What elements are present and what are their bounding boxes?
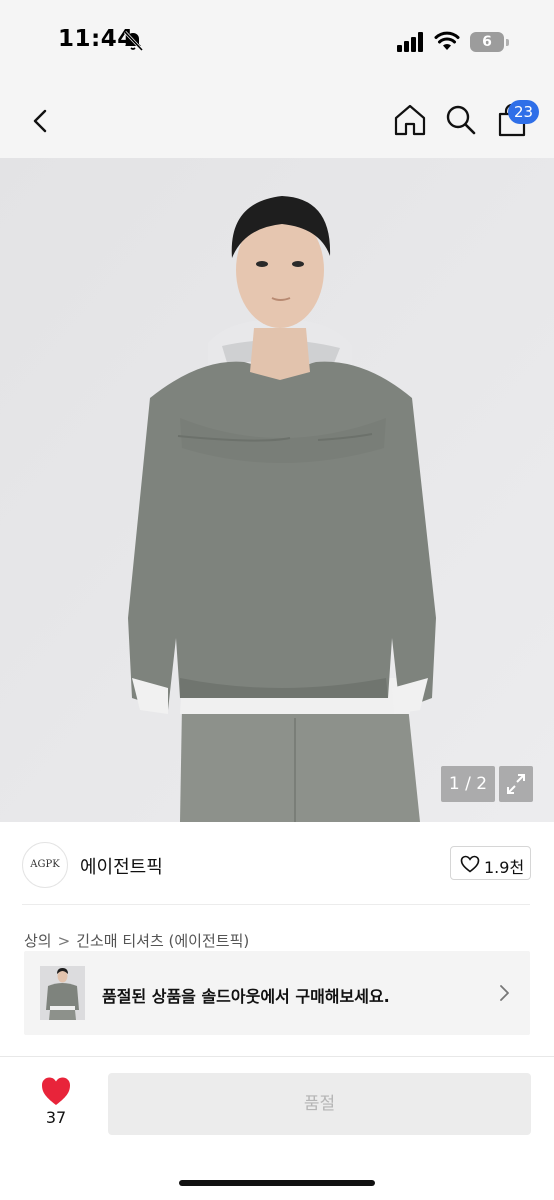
breadcrumb-category[interactable]: 상의 — [24, 932, 52, 950]
product-image[interactable] — [0, 158, 554, 822]
heart-filled-icon[interactable] — [34, 1074, 78, 1108]
search-icon[interactable] — [444, 102, 478, 138]
back-chevron-icon[interactable] — [24, 102, 58, 140]
cart-count-badge: 23 — [508, 100, 540, 124]
wifi-icon — [434, 31, 460, 50]
status-bar: 11:44 6 — [0, 0, 554, 84]
soldout-thumbnail — [40, 966, 85, 1020]
top-navigation-bar — [0, 84, 554, 158]
bottom-bar-divider — [0, 1056, 554, 1057]
product-photo — [0, 158, 554, 822]
brand-like-button[interactable]: 1.9천 — [450, 846, 531, 880]
battery-indicator: 6 — [470, 32, 510, 52]
product-like-count: 37 — [45, 1108, 67, 1127]
home-indicator — [179, 1180, 375, 1186]
brand-name[interactable]: 에이전트픽 — [80, 853, 163, 879]
bell-muted-icon — [123, 30, 144, 52]
expand-fullscreen-icon[interactable] — [499, 766, 533, 802]
soldout-buy-button[interactable]: 품절 — [108, 1073, 531, 1135]
home-icon[interactable] — [392, 102, 428, 138]
heart-outline-icon — [460, 855, 480, 873]
breadcrumb-subcategory[interactable]: 긴소매 티셔츠 (에이전트픽) — [76, 932, 249, 950]
brand-row[interactable]: AGPK 에이전트픽 1.9천 — [0, 822, 554, 904]
soldout-banner[interactable]: 품절된 상품을 솔드아웃에서 구매해보세요. — [24, 951, 530, 1035]
battery-tip — [506, 39, 509, 46]
image-counter: 1 / 2 — [441, 766, 495, 802]
brand-like-count: 1.9천 — [484, 858, 525, 877]
soldout-banner-text: 품절된 상품을 솔드아웃에서 구매해보세요. — [102, 987, 390, 1006]
chevron-right-icon — [500, 985, 509, 1001]
battery-level: 6 — [482, 34, 492, 50]
divider — [22, 904, 530, 905]
brand-logo[interactable]: AGPK — [22, 842, 68, 888]
breadcrumb-chevron-icon: > — [57, 932, 71, 950]
breadcrumb: 상의 > 긴소매 티셔츠 (에이전트픽) — [24, 930, 249, 951]
cellular-signal-icon — [397, 32, 423, 52]
